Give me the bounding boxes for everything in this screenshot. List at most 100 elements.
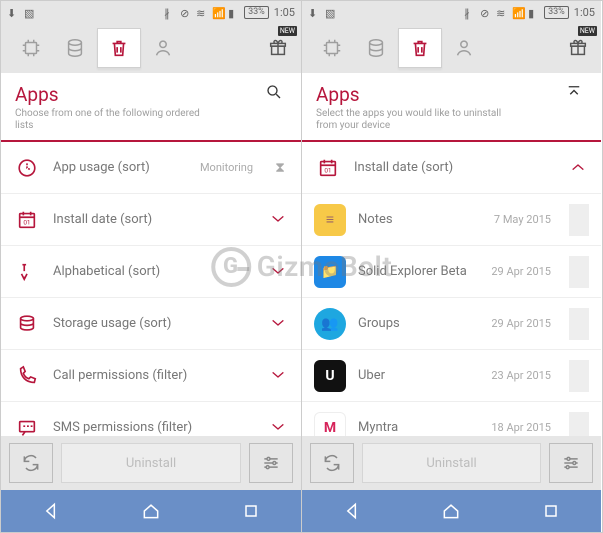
row-alphabetical[interactable]: Alphabetical (sort) bbox=[1, 246, 301, 298]
svg-text:01: 01 bbox=[23, 218, 30, 226]
app-name: Groups bbox=[358, 316, 479, 331]
app-date: 18 Apr 2015 bbox=[491, 421, 551, 434]
tab-user[interactable] bbox=[141, 28, 185, 68]
app-name: Uber bbox=[358, 368, 479, 383]
refresh-button[interactable] bbox=[9, 443, 53, 483]
storage-icon bbox=[13, 310, 41, 338]
gift-button[interactable]: NEW bbox=[563, 28, 593, 68]
new-badge: NEW bbox=[278, 26, 297, 36]
tab-cpu[interactable] bbox=[9, 28, 53, 68]
chevron-down-icon bbox=[267, 262, 289, 281]
chevron-down-icon bbox=[267, 210, 289, 229]
nav-home[interactable] bbox=[426, 496, 476, 526]
app-row[interactable]: M Myntra 18 Apr 2015 bbox=[302, 402, 601, 436]
page-subtitle: Select the apps you would like to uninst… bbox=[316, 108, 516, 132]
row-call-permissions[interactable]: Call permissions (filter) bbox=[1, 350, 301, 402]
row-storage-usage[interactable]: Storage usage (sort) bbox=[1, 298, 301, 350]
app-checkbox[interactable] bbox=[569, 308, 589, 340]
usage-icon bbox=[13, 154, 41, 182]
chevron-down-icon bbox=[267, 366, 289, 385]
app-icon-groups: 👥 bbox=[314, 308, 346, 340]
no-icon: ⊘ bbox=[180, 7, 191, 18]
tab-bar: NEW bbox=[1, 23, 301, 73]
battery-indicator: 33% bbox=[244, 6, 269, 19]
tab-uninstall[interactable] bbox=[398, 28, 442, 68]
tab-user[interactable] bbox=[442, 28, 486, 68]
row-label: Alphabetical (sort) bbox=[53, 264, 255, 279]
row-label: Call permissions (filter) bbox=[53, 368, 255, 383]
tab-cpu[interactable] bbox=[310, 28, 354, 68]
clock: 1:05 bbox=[274, 6, 295, 19]
calendar-icon: 01 bbox=[314, 154, 342, 182]
page-header: Apps Select the apps you would like to u… bbox=[302, 73, 601, 142]
settings-sliders-button[interactable] bbox=[549, 443, 593, 483]
app-checkbox[interactable] bbox=[569, 412, 589, 437]
sms-icon bbox=[13, 414, 41, 437]
app-checkbox[interactable] bbox=[569, 204, 589, 236]
app-name: Myntra bbox=[358, 420, 479, 435]
gift-button[interactable]: NEW bbox=[263, 28, 293, 68]
wifi-icon: ≋ bbox=[196, 7, 207, 18]
screenshot-icon: ▧ bbox=[24, 7, 35, 18]
download-icon: ⬇ bbox=[7, 7, 18, 18]
chevron-up-icon bbox=[567, 158, 589, 177]
wifi-icon: ≋ bbox=[496, 7, 507, 18]
app-icon-notes: ≡ bbox=[314, 204, 346, 236]
svg-text:01: 01 bbox=[324, 166, 331, 174]
refresh-button[interactable] bbox=[310, 443, 354, 483]
calendar-icon: 01 bbox=[13, 206, 41, 234]
app-row[interactable]: 📁 Solid Explorer Beta 29 Apr 2015 bbox=[302, 246, 601, 298]
uninstall-button[interactable]: Uninstall bbox=[61, 443, 241, 483]
tab-storage[interactable] bbox=[354, 28, 398, 68]
app-row[interactable]: 👥 Groups 29 Apr 2015 bbox=[302, 298, 601, 350]
app-name: Solid Explorer Beta bbox=[358, 264, 479, 279]
search-button[interactable] bbox=[261, 83, 287, 101]
screenshot-icon: ▧ bbox=[325, 7, 336, 18]
tab-uninstall[interactable] bbox=[97, 28, 141, 68]
action-bar: Uninstall bbox=[302, 436, 601, 490]
row-install-date[interactable]: 01 Install date (sort) bbox=[1, 194, 301, 246]
page-subtitle: Choose from one of the following ordered… bbox=[15, 108, 215, 132]
signal-icon: ▮ bbox=[528, 7, 539, 18]
row-app-usage[interactable]: App usage (sort) Monitoring ⧗ bbox=[1, 142, 301, 194]
tab-storage[interactable] bbox=[53, 28, 97, 68]
chevron-down-icon bbox=[267, 418, 289, 436]
page-title: Apps bbox=[15, 83, 261, 106]
bluetooth-icon: ∦ bbox=[164, 7, 175, 18]
chevron-down-icon bbox=[267, 314, 289, 333]
battery-indicator: 33% bbox=[544, 6, 569, 19]
nav-back[interactable] bbox=[26, 496, 76, 526]
nav-back[interactable] bbox=[327, 496, 377, 526]
download-icon: ⬇ bbox=[308, 7, 319, 18]
row-label: Install date (sort) bbox=[53, 212, 255, 227]
nav-home[interactable] bbox=[126, 496, 176, 526]
no-icon: ⊘ bbox=[480, 7, 491, 18]
row-sms-permissions[interactable]: SMS permissions (filter) bbox=[1, 402, 301, 436]
app-icon-uber: U bbox=[314, 360, 346, 392]
tab-bar: NEW bbox=[302, 23, 601, 73]
app-checkbox[interactable] bbox=[569, 256, 589, 288]
clock: 1:05 bbox=[574, 6, 595, 19]
app-row[interactable]: U Uber 23 Apr 2015 bbox=[302, 350, 601, 402]
hourglass-icon: ⧗ bbox=[271, 160, 289, 176]
collapse-button[interactable] bbox=[561, 83, 587, 101]
app-name: Notes bbox=[358, 212, 482, 227]
page-title: Apps bbox=[316, 83, 561, 106]
signal-icon: ▮ bbox=[228, 7, 239, 18]
app-date: 23 Apr 2015 bbox=[491, 369, 551, 382]
status-bar: ⬇ ▧ ∦ ⊘ ≋ 📶 ▮ 33% 1:05 bbox=[302, 1, 601, 23]
settings-sliders-button[interactable] bbox=[249, 443, 293, 483]
app-checkbox[interactable] bbox=[569, 360, 589, 392]
app-date: 29 Apr 2015 bbox=[491, 317, 551, 330]
app-row[interactable]: ≡ Notes 7 May 2015 bbox=[302, 194, 601, 246]
nav-recent[interactable] bbox=[526, 496, 576, 526]
nav-recent[interactable] bbox=[226, 496, 276, 526]
reception-icon: 📶 bbox=[512, 7, 523, 18]
phone-icon bbox=[13, 362, 41, 390]
app-icon-solidexplorer: 📁 bbox=[314, 256, 346, 288]
page-header: Apps Choose from one of the following or… bbox=[1, 73, 301, 142]
action-bar: Uninstall bbox=[1, 436, 301, 490]
row-sort[interactable]: 01 Install date (sort) bbox=[302, 142, 601, 194]
app-icon-myntra: M bbox=[314, 412, 346, 437]
uninstall-button[interactable]: Uninstall bbox=[362, 443, 541, 483]
